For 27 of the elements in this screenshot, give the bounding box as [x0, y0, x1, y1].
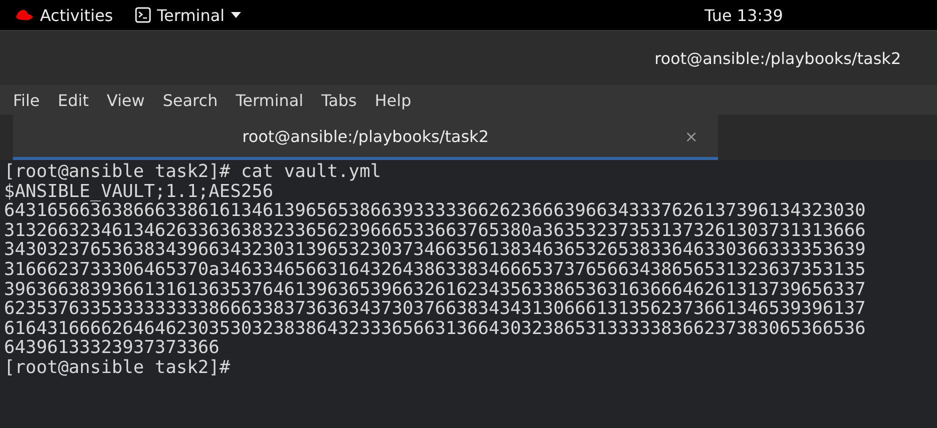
menu-item[interactable]: File	[4, 90, 49, 110]
close-tab-button[interactable]: ×	[684, 126, 698, 146]
terminal-tab[interactable]: root@ansible:/playbooks/task2 ×	[13, 115, 718, 160]
terminal-line: 3166623733306465370a346334656631643264386338346665373765663438656531323637353135	[4, 260, 867, 280]
terminal-line: [root@ansible task2]#	[4, 358, 232, 378]
menu-item[interactable]: Edit	[48, 90, 98, 110]
terminal-line: 62353763353333333338666338373636343730376638343431306661313562373661346539396137	[4, 299, 867, 319]
menu-item[interactable]: Help	[366, 90, 420, 110]
menu-item[interactable]: Tabs	[312, 90, 366, 110]
terminal-line: $ANSIBLE_VAULT;1.1;AES256	[4, 182, 274, 202]
terminal-line: 3132663234613462633636383233656239666533663765380a363532373531373261303731313666	[4, 220, 867, 240]
hat-icon	[14, 8, 34, 22]
app-menu[interactable]: Terminal	[157, 6, 225, 24]
terminal-line: 61643166662646462303530323838643233365663136643032386531333338366237383065366536	[4, 318, 867, 338]
activities-button[interactable]: Activities	[40, 6, 113, 24]
terminal-line: [root@ansible task2]# cat vault.yml	[4, 162, 382, 182]
menu-item[interactable]: Terminal	[226, 90, 312, 110]
window-title: root@ansible:/playbooks/task2	[654, 48, 901, 68]
terminal-line: 34303237653638343966343230313965323037346635613834636532653833646330366333353639	[4, 240, 867, 260]
menu-item[interactable]: View	[98, 90, 154, 110]
terminal-icon	[135, 7, 151, 23]
terminal-line: 64396133323937373366	[4, 338, 220, 358]
clock[interactable]: Tue 13:39	[704, 6, 783, 24]
terminal-line: 39636638393661316136353764613963653966326162343563386536316366646261313739656337	[4, 280, 867, 300]
menu-item[interactable]: Search	[154, 90, 227, 110]
caret-icon	[230, 12, 241, 18]
terminal-line: 64316566363866633861613461396565386639333336626236663966343337626137396134323030	[4, 201, 867, 221]
